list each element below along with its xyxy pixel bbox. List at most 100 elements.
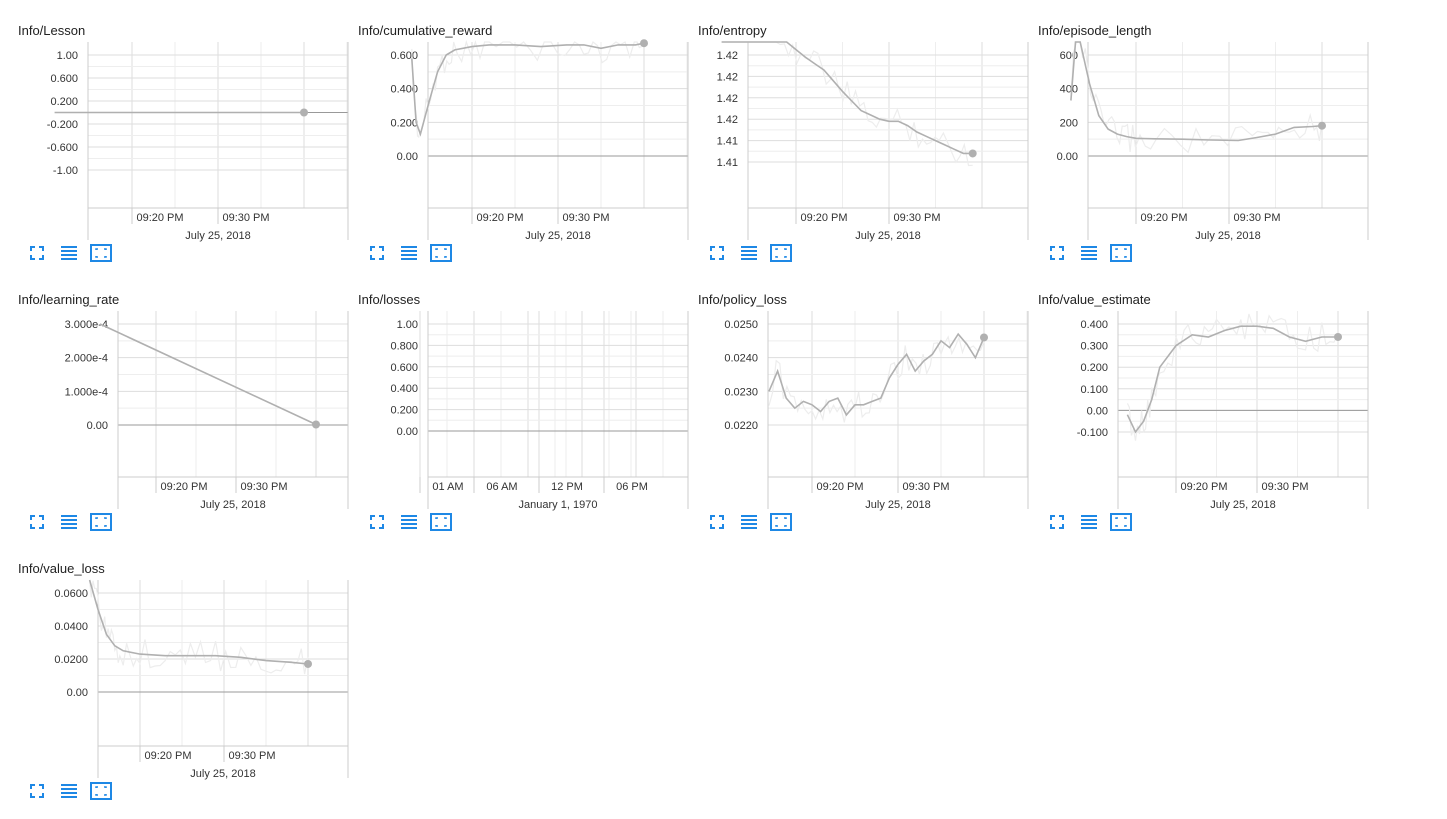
fit-to-screen-button[interactable] bbox=[1044, 244, 1070, 266]
data-table-button[interactable] bbox=[56, 782, 82, 804]
fit-to-screen-icon bbox=[369, 514, 385, 535]
series-last-point[interactable] bbox=[640, 39, 648, 48]
series-last-point[interactable] bbox=[304, 659, 312, 668]
fit-to-screen-button[interactable] bbox=[24, 782, 50, 804]
fit-to-screen-button[interactable] bbox=[704, 244, 730, 266]
fit-to-screen-button[interactable] bbox=[1044, 513, 1070, 535]
data-table-button[interactable] bbox=[396, 244, 422, 266]
reset-axes-icon bbox=[90, 781, 112, 805]
series-last-point[interactable] bbox=[312, 420, 320, 429]
reset-axes-icon bbox=[770, 243, 792, 267]
series-last-point[interactable] bbox=[1334, 332, 1342, 341]
y-tick-label: 400 bbox=[1060, 84, 1078, 96]
y-tick-label: 0.0220 bbox=[724, 420, 758, 432]
y-tick-label: 1.00 bbox=[57, 50, 78, 62]
data-table-button[interactable] bbox=[56, 244, 82, 266]
y-tick-label: 0.00 bbox=[397, 151, 418, 163]
y-tick-label: -1.00 bbox=[53, 165, 78, 177]
x-tick-label: 09:30 PM bbox=[902, 481, 949, 493]
y-tick-label: 0.0200 bbox=[54, 654, 88, 666]
y-tick-label: 0.0240 bbox=[724, 353, 758, 365]
chart-toolbar bbox=[364, 243, 460, 267]
chart-plot[interactable]: 0.6000.4000.2000.0009:20 PM 09:30 PMJuly … bbox=[358, 10, 698, 242]
fit-to-screen-button[interactable] bbox=[24, 513, 50, 535]
x-tick-label: 09:20 PM bbox=[800, 212, 847, 224]
chart-plot[interactable]: 3.000e-42.000e-41.000e-40.0009:20 PM 09:3… bbox=[18, 279, 358, 511]
reset-axes-icon bbox=[430, 243, 452, 267]
y-tick-label: 1.000e-4 bbox=[65, 386, 108, 398]
fit-to-screen-icon bbox=[29, 514, 45, 535]
x-tick-label: 09:20 PM bbox=[144, 750, 191, 762]
reset-axes-button[interactable] bbox=[1108, 512, 1134, 536]
reset-axes-button[interactable] bbox=[428, 512, 454, 535]
reset-axes-button[interactable] bbox=[88, 243, 114, 267]
data-table-button[interactable] bbox=[1076, 513, 1102, 535]
data-table-icon bbox=[60, 514, 78, 535]
x-axis-date-label: July 25, 2018 bbox=[190, 768, 255, 780]
fit-to-screen-icon bbox=[369, 245, 385, 266]
x-tick-label: 06 AM bbox=[486, 481, 517, 493]
reset-axes-button[interactable] bbox=[1108, 243, 1134, 267]
data-table-button[interactable] bbox=[1076, 244, 1102, 266]
series-last-point[interactable] bbox=[1318, 121, 1326, 130]
x-axis-date-label: July 25, 2018 bbox=[865, 499, 930, 511]
chart-plot[interactable]: 0.0250 0.0240 0.0230 0.0220 09:20 PM 09:30 PM… bbox=[698, 279, 1038, 511]
chart-plot[interactable]: 0.400 0.300 0.200 0.100 0.00 -0.100 09:20 PM 09… bbox=[1038, 279, 1378, 511]
fit-to-screen-button[interactable] bbox=[704, 513, 730, 535]
chart-plot[interactable]: 6004002000.0009:20 PM 09:30 PMJuly 25, 20… bbox=[1038, 10, 1378, 242]
data-table-button[interactable] bbox=[56, 513, 82, 535]
series-last-point[interactable] bbox=[980, 333, 988, 342]
reset-axes-button[interactable] bbox=[88, 512, 114, 535]
reset-axes-icon bbox=[90, 243, 112, 267]
chart-plot[interactable]: 0.0600 0.0400 0.0200 0.00 09:20 PM 09:30 PM Ju… bbox=[18, 548, 358, 780]
series-raw-line bbox=[1070, 41, 1323, 154]
fit-to-screen-icon bbox=[709, 514, 725, 535]
chart-toolbar bbox=[704, 512, 800, 536]
data-table-button[interactable] bbox=[396, 513, 422, 535]
y-tick-label: 1.41 bbox=[717, 136, 738, 148]
chart-card: Info/entropy 1.42 1.42 1.42 1.42 1.41 1.41 09:2… bbox=[698, 10, 1038, 275]
y-tick-label: 200 bbox=[1060, 117, 1078, 129]
data-table-button[interactable] bbox=[736, 513, 762, 535]
y-tick-label: 0.00 bbox=[1087, 405, 1108, 417]
y-tick-label: 1.42 bbox=[717, 114, 738, 126]
chart-plot[interactable]: 1.00 0.800 0.600 0.400 0.200 0.00 01 AM 06 AM 12… bbox=[358, 279, 698, 511]
y-tick-label: 0.400 bbox=[1080, 319, 1108, 331]
chart-card: Info/policy_loss 0.0250 0.0240 0.0230 0.0220… bbox=[698, 279, 1038, 544]
y-tick-label: 0.00 bbox=[1057, 151, 1078, 163]
series-last-point[interactable] bbox=[300, 108, 308, 117]
fit-to-screen-button[interactable] bbox=[364, 513, 390, 535]
y-tick-label: 0.00 bbox=[87, 420, 108, 432]
reset-axes-button[interactable] bbox=[768, 243, 794, 267]
y-tick-label: 2.000e-4 bbox=[65, 353, 108, 365]
x-tick-label: 09:20 PM bbox=[160, 481, 207, 493]
y-tick-label: 0.00 bbox=[67, 687, 88, 699]
y-tick-label: 0.00 bbox=[397, 426, 418, 438]
reset-axes-icon bbox=[770, 512, 792, 536]
chart-plot[interactable]: 1.42 1.42 1.42 1.42 1.41 1.41 09:20 PM 09:30 PM… bbox=[698, 10, 1038, 242]
reset-axes-button[interactable] bbox=[88, 781, 114, 805]
y-tick-label: 0.200 bbox=[390, 405, 418, 417]
y-tick-label: 1.41 bbox=[717, 157, 738, 169]
x-tick-label: 06 PM bbox=[616, 481, 648, 493]
scalar-dashboard: Info/Lesson 1.00 0.600 0.200 -0.200 -0.600 -1.… bbox=[0, 0, 1447, 819]
chart-plot[interactable]: 1.00 0.600 0.200 -0.200 -0.600 -1.00 09:20 PM 0… bbox=[18, 10, 358, 242]
reset-axes-button[interactable] bbox=[428, 243, 454, 267]
series-last-point[interactable] bbox=[968, 149, 977, 158]
y-tick-label: 0.0600 bbox=[54, 588, 88, 600]
x-axis-date-label: July 25, 2018 bbox=[200, 499, 265, 511]
reset-axes-icon bbox=[1110, 243, 1132, 267]
chart-toolbar bbox=[704, 243, 800, 267]
x-axis-date-label: July 25, 2018 bbox=[185, 230, 250, 242]
reset-axes-button[interactable] bbox=[768, 512, 794, 536]
x-axis-date-label: July 25, 2018 bbox=[525, 230, 590, 242]
chart-toolbar bbox=[24, 781, 120, 805]
chart-card: Info/learning_rate 3.000e-4 2.000e-4 1.000e… bbox=[18, 279, 358, 544]
fit-to-screen-button[interactable] bbox=[364, 244, 390, 266]
data-table-icon bbox=[60, 783, 78, 804]
fit-to-screen-button[interactable] bbox=[24, 244, 50, 266]
data-table-button[interactable] bbox=[736, 244, 762, 266]
x-tick-label: 09:20 PM bbox=[136, 212, 183, 224]
reset-axes-icon bbox=[1110, 512, 1132, 536]
chart-card: Info/cumulative_reward 0.600 0.400 0.200 0.0… bbox=[358, 10, 698, 275]
